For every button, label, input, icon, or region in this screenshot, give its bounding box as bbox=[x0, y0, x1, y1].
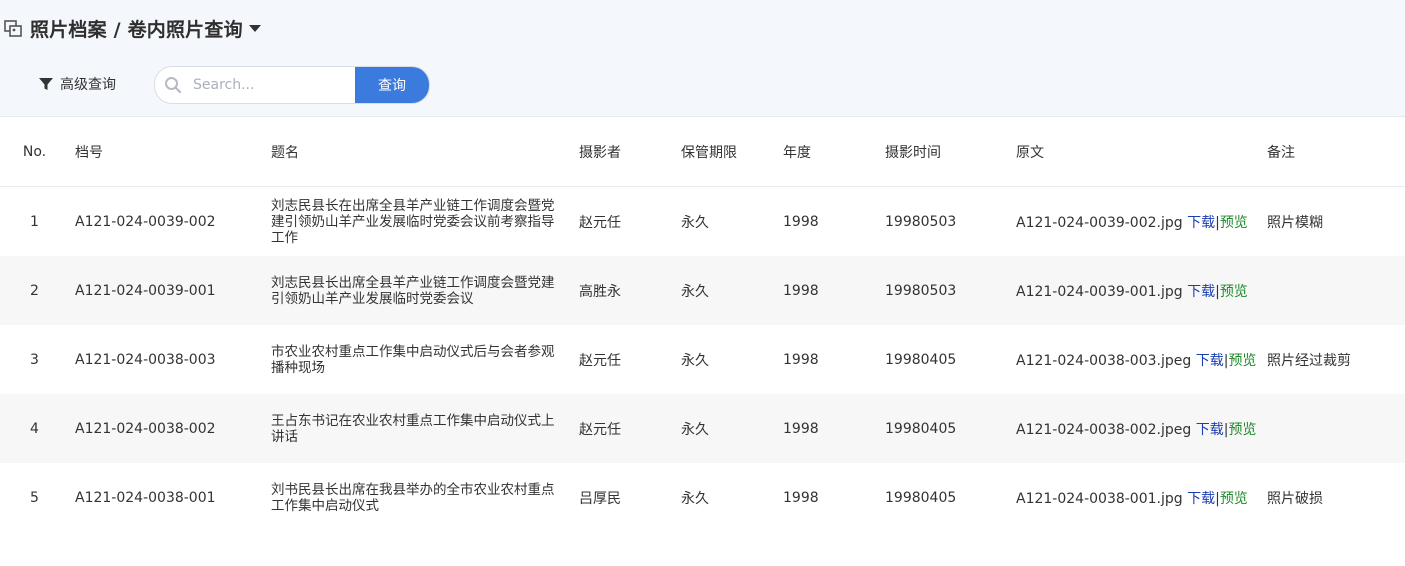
row-number: 1 bbox=[30, 213, 39, 230]
photographer: 高胜永 bbox=[578, 256, 680, 325]
retention: 永久 bbox=[681, 490, 709, 507]
download-link[interactable]: 下载 bbox=[1196, 353, 1224, 369]
advanced-search-button[interactable]: 高级查询 bbox=[38, 70, 116, 98]
year: 1998 bbox=[783, 213, 819, 230]
download-link[interactable]: 下载 bbox=[1196, 422, 1224, 438]
row-number: 4 bbox=[0, 394, 74, 463]
shoot-date: 19980405 bbox=[885, 489, 957, 506]
archive-id: A121-024-0038-001 bbox=[75, 489, 216, 506]
retention: 永久 bbox=[680, 256, 782, 325]
col-header-title[interactable]: 题名 bbox=[270, 117, 578, 187]
preview-link[interactable]: 预览 bbox=[1220, 284, 1248, 300]
top-toolbar: 照片档案 / 卷内照片查询 高级查询 查询 bbox=[0, 0, 1405, 117]
shoot-date: 19980405 bbox=[885, 351, 957, 368]
advanced-search-label: 高级查询 bbox=[60, 77, 116, 93]
photo-title: 刘书民县长出席在我县举办的全市农业农村重点工作集中启动仪式 bbox=[271, 481, 555, 514]
page-title: 照片档案 / 卷内照片查询 bbox=[30, 18, 243, 41]
retention: 永久 bbox=[681, 214, 709, 231]
original-file-cell: A121-024-0039-001.jpg 下载|预览 bbox=[1015, 256, 1266, 325]
archive-id: A121-024-0038-003 bbox=[75, 351, 216, 368]
download-link[interactable]: 下载 bbox=[1187, 284, 1215, 300]
table-row[interactable]: 1 A121-024-0039-002 刘志民县长在出席全县羊产业链工作调度会暨… bbox=[0, 187, 1405, 257]
search-button[interactable]: 查询 bbox=[355, 67, 429, 103]
photo-title: 刘志民县长出席全县羊产业链工作调度会暨党建引领奶山羊产业发展临时党委会议 bbox=[271, 274, 555, 307]
col-header-shoot-date[interactable]: 摄影时间 bbox=[884, 117, 1015, 187]
col-header-photographer[interactable]: 摄影者 bbox=[578, 117, 680, 187]
remark: 照片经过裁剪 bbox=[1267, 352, 1351, 369]
col-header-original[interactable]: 原文 bbox=[1015, 117, 1266, 187]
original-file-cell: A121-024-0038-002.jpeg 下载|预览 bbox=[1015, 394, 1266, 463]
original-file-cell: A121-024-0038-003.jpeg 下载|预览 bbox=[1015, 325, 1266, 394]
file-name: A121-024-0038-002.jpeg bbox=[1016, 421, 1192, 438]
photographer: 赵元任 bbox=[578, 394, 680, 463]
remark: 照片破损 bbox=[1267, 490, 1323, 507]
file-name: A121-024-0038-001.jpg bbox=[1016, 490, 1183, 507]
photographer: 吕厚民 bbox=[579, 490, 621, 507]
row-number: 3 bbox=[30, 351, 39, 368]
remark bbox=[1266, 256, 1405, 325]
table-row[interactable]: 2 A121-024-0039-001 刘志民县长出席全县羊产业链工作调度会暨党… bbox=[0, 256, 1405, 325]
photo-archive-icon bbox=[4, 20, 22, 37]
photo-title: 市农业农村重点工作集中启动仪式后与会者参观播种现场 bbox=[271, 343, 555, 376]
year: 1998 bbox=[782, 256, 884, 325]
col-header-year[interactable]: 年度 bbox=[782, 117, 884, 187]
photographer: 赵元任 bbox=[579, 214, 621, 231]
photo-title: 王占东书记在农业农村重点工作集中启动仪式上讲话 bbox=[271, 412, 555, 445]
preview-link[interactable]: 预览 bbox=[1228, 353, 1256, 369]
filter-icon bbox=[39, 78, 53, 90]
search-icon bbox=[155, 67, 191, 103]
original-file-cell: A121-024-0038-001.jpg 下载|预览 bbox=[1015, 463, 1266, 532]
original-file-cell: A121-024-0039-002.jpg 下载|预览 bbox=[1015, 187, 1266, 257]
download-link[interactable]: 下载 bbox=[1187, 491, 1215, 507]
table-row[interactable]: 4 A121-024-0038-002 王占东书记在农业农村重点工作集中启动仪式… bbox=[0, 394, 1405, 463]
table-row[interactable]: 5 A121-024-0038-001 刘书民县长出席在我县举办的全市农业农村重… bbox=[0, 463, 1405, 532]
preview-link[interactable]: 预览 bbox=[1220, 491, 1248, 507]
archive-id: A121-024-0039-001 bbox=[74, 256, 270, 325]
col-header-retention[interactable]: 保管期限 bbox=[680, 117, 782, 187]
file-name: A121-024-0039-001.jpg bbox=[1016, 283, 1183, 300]
col-header-remark[interactable]: 备注 bbox=[1266, 117, 1405, 187]
table-header-row: No. 档号 题名 摄影者 保管期限 年度 摄影时间 原文 备注 bbox=[0, 117, 1405, 187]
row-number: 5 bbox=[30, 489, 39, 506]
photo-table: No. 档号 题名 摄影者 保管期限 年度 摄影时间 原文 备注 1 A121-… bbox=[0, 117, 1405, 532]
year: 1998 bbox=[783, 489, 819, 506]
chevron-down-icon[interactable] bbox=[248, 24, 261, 32]
download-link[interactable]: 下载 bbox=[1187, 215, 1215, 231]
table-row[interactable]: 3 A121-024-0038-003 市农业农村重点工作集中启动仪式后与会者参… bbox=[0, 325, 1405, 394]
shoot-date: 19980503 bbox=[885, 213, 957, 230]
year: 1998 bbox=[783, 351, 819, 368]
remark bbox=[1266, 394, 1405, 463]
year: 1998 bbox=[782, 394, 884, 463]
row-number: 2 bbox=[0, 256, 74, 325]
photo-title: 刘志民县长在出席全县羊产业链工作调度会暨党建引领奶山羊产业发展临时党委会议前考察… bbox=[271, 197, 555, 246]
retention: 永久 bbox=[681, 352, 709, 369]
archive-id: A121-024-0039-002 bbox=[75, 213, 216, 230]
file-name: A121-024-0039-002.jpg bbox=[1016, 214, 1183, 231]
file-name: A121-024-0038-003.jpeg bbox=[1016, 352, 1192, 369]
preview-link[interactable]: 预览 bbox=[1220, 215, 1248, 231]
search-input[interactable] bbox=[191, 67, 355, 103]
archive-id: A121-024-0038-002 bbox=[74, 394, 270, 463]
shoot-date: 19980405 bbox=[884, 394, 1015, 463]
col-header-no[interactable]: No. bbox=[0, 117, 74, 187]
col-header-archive-id[interactable]: 档号 bbox=[74, 117, 270, 187]
photographer: 赵元任 bbox=[579, 352, 621, 369]
search-box: 查询 bbox=[154, 66, 430, 104]
remark: 照片模糊 bbox=[1267, 214, 1323, 231]
retention: 永久 bbox=[680, 394, 782, 463]
preview-link[interactable]: 预览 bbox=[1228, 422, 1256, 438]
page-title-row: 照片档案 / 卷内照片查询 bbox=[4, 14, 261, 42]
shoot-date: 19980503 bbox=[884, 256, 1015, 325]
